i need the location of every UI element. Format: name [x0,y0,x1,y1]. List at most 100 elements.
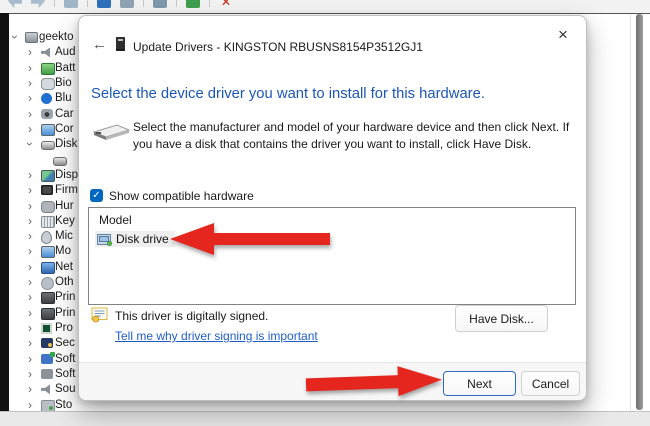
driver-device-icon [116,37,125,51]
arrow-head [170,223,214,255]
show-compatible-label: Show compatible hardware [109,189,254,203]
unknown-icon [41,277,54,290]
next-button[interactable]: Next [443,371,516,396]
chevron-collapsed-icon[interactable]: › [28,46,32,58]
display-icon [41,170,55,182]
tree-item-label: Mo [55,245,71,257]
toolbar-separator [209,0,210,7]
device-manager-toolbar: ✕ [0,0,650,14]
keyboard-icon [41,216,55,228]
chevron-expanded-icon[interactable]: › [9,35,21,39]
chevron-collapsed-icon[interactable]: › [28,383,32,395]
tree-item-label: Hur [55,200,74,212]
toolbar-icons: ✕ [8,0,233,8]
chevron-collapsed-icon[interactable]: › [28,322,32,334]
driver-signing-link[interactable]: Tell me why driver signing is important [115,329,318,343]
show-compatible-checkbox[interactable]: ✓ [90,189,103,202]
cancel-button[interactable]: Cancel [521,371,580,396]
cpu-icon [41,323,52,334]
tree-item-label: Sto [55,399,72,411]
tree-item-label: Key [55,215,75,227]
tree-item-label: Cor [55,123,74,135]
toolbar-separator [54,0,55,7]
model-item-disk-drive[interactable]: Disk drive [95,231,175,247]
disk-drive-graphic-icon [92,119,130,152]
screenshot-root: ✕ ›geekto›Aud›Batt›Bio›Blu›Car›Cor›Disk›… [0,0,650,426]
battery-icon [41,63,55,75]
printer-icon [41,292,55,304]
chevron-collapsed-icon[interactable]: › [28,108,32,120]
certificate-icon [91,307,109,328]
tree-item-label: Bio [55,77,72,89]
chevron-collapsed-icon[interactable]: › [28,368,32,380]
dialog-title: Update Drivers - KINGSTON RBUSNS8154P351… [133,40,423,54]
arrow-tail [212,233,330,245]
window-right-edge [630,13,631,411]
chevron-collapsed-icon[interactable]: › [28,337,32,349]
tree-item-label: Disp [55,169,78,181]
wizard-heading: Select the device driver you want to ins… [91,86,576,102]
list-view-icon[interactable] [64,0,78,8]
speaker-icon [41,384,53,394]
have-disk-button[interactable]: Have Disk... [455,305,548,332]
film-icon [41,185,53,195]
model-listbox[interactable]: Model Disk drive [88,207,576,305]
back-nav-icon[interactable] [8,0,22,8]
tree-item-label: Mic [55,230,73,242]
tree-item-label: Sou [55,383,75,395]
software-plus-icon [41,354,53,364]
model-column-header: Model [99,213,132,227]
computer-icon [25,32,38,43]
tree-item-label: Oth [55,276,74,288]
arrow-tail [306,375,400,391]
tree-item-label: Car [55,108,74,120]
help-icon[interactable] [97,0,111,8]
monitor-icon [41,246,55,258]
chevron-collapsed-icon[interactable]: › [28,230,32,242]
chevron-collapsed-icon[interactable]: › [28,200,32,212]
network-icon [41,262,55,274]
scan-hardware-icon[interactable] [153,0,167,8]
back-arrow-icon[interactable]: ← [92,36,107,53]
tree-item-label: Pro [55,322,73,334]
printer-icon [41,308,55,320]
update-driver-icon[interactable] [186,0,200,8]
chevron-collapsed-icon[interactable]: › [28,307,32,319]
tree-item-label: geekto [39,31,74,43]
chevron-collapsed-icon[interactable]: › [28,245,32,257]
toolbar-separator [176,0,177,7]
tree-item-label: Disk [55,138,77,150]
scrollbar[interactable] [636,14,643,410]
chevron-collapsed-icon[interactable]: › [28,77,32,89]
chevron-collapsed-icon[interactable]: › [28,62,32,74]
wizard-description: Select the manufacturer and model of you… [133,119,581,152]
software-icon [41,369,53,379]
monitor-icon [41,124,55,136]
chevron-expanded-icon[interactable]: › [24,142,36,146]
chevron-collapsed-icon[interactable]: › [28,261,32,273]
tree-item-label: Aud [55,46,75,58]
storage-icon [41,400,55,412]
arrow-head [397,365,442,397]
chevron-collapsed-icon[interactable]: › [28,169,32,181]
chevron-collapsed-icon[interactable]: › [28,123,32,135]
close-icon[interactable]: × [550,22,576,48]
forward-nav-icon[interactable] [31,0,45,8]
camera-icon [41,109,53,119]
properties-icon[interactable] [120,0,134,8]
uninstall-device-icon[interactable]: ✕ [219,0,233,8]
security-icon [41,338,53,348]
chevron-collapsed-icon[interactable]: › [28,353,32,365]
digitally-signed-text: This driver is digitally signed. [115,309,268,323]
disk-icon [53,157,67,166]
chevron-collapsed-icon[interactable]: › [28,92,32,104]
chevron-collapsed-icon[interactable]: › [28,399,32,411]
tree-item-label: Prin [55,307,75,319]
tree-item-label: Batt [55,62,75,74]
chevron-collapsed-icon[interactable]: › [28,184,32,196]
toolbar-separator [143,0,144,7]
mouse-icon [41,231,52,244]
chevron-collapsed-icon[interactable]: › [28,291,32,303]
chevron-collapsed-icon[interactable]: › [28,215,32,227]
chevron-collapsed-icon[interactable]: › [28,276,32,288]
